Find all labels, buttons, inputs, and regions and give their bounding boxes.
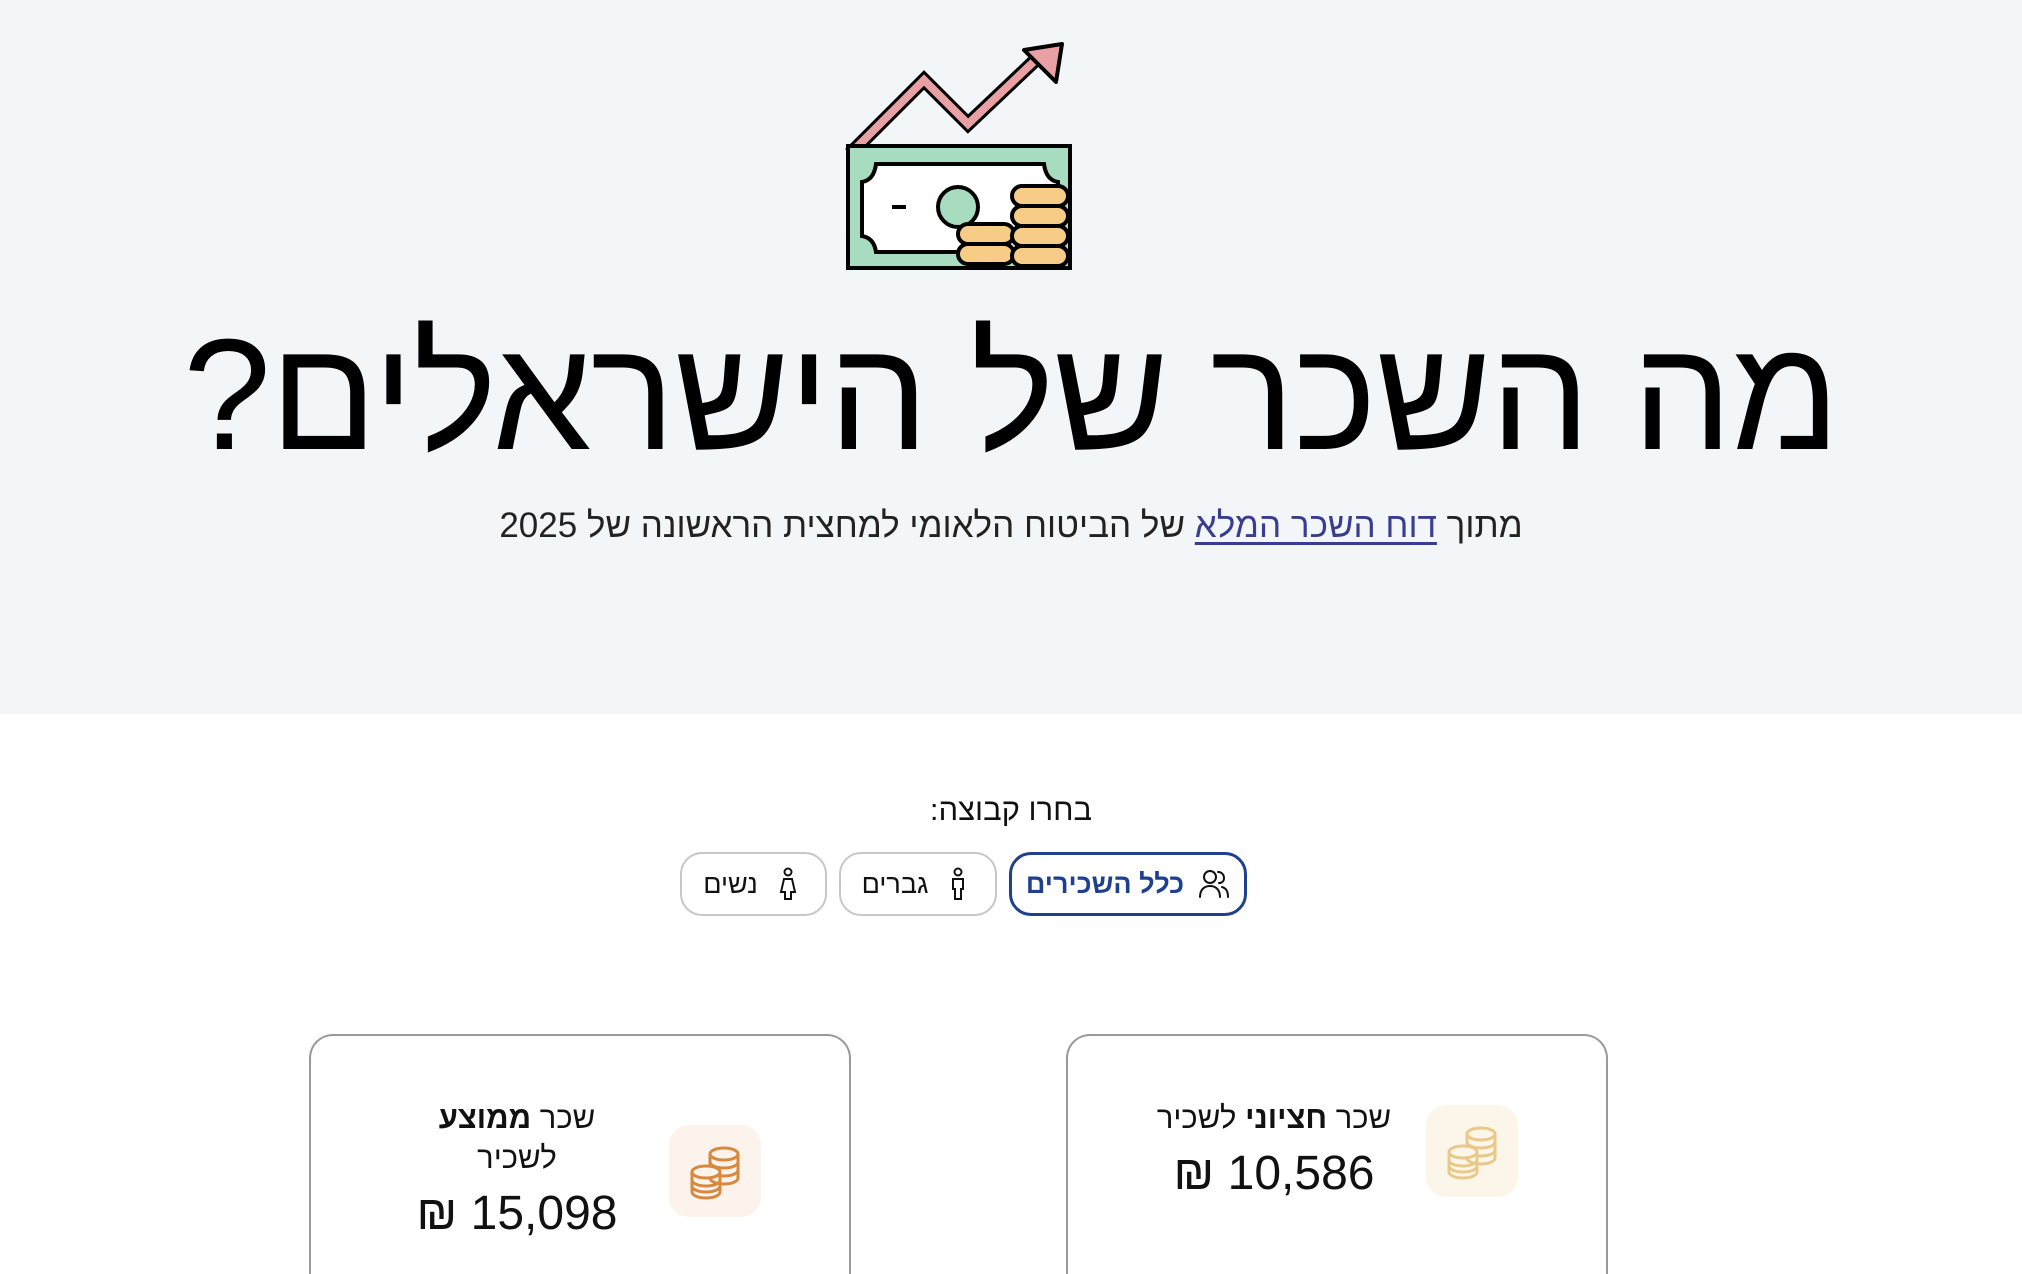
woman-icon bbox=[779, 867, 796, 900]
group-option-label: כלל השכירים bbox=[1025, 868, 1185, 899]
group-option-label: נשים bbox=[703, 868, 758, 899]
group-option-all[interactable]: כלל השכירים bbox=[1009, 852, 1247, 916]
man-icon bbox=[952, 867, 965, 900]
coins-icon-badge bbox=[1426, 1105, 1518, 1197]
hero-section: מה השכר של הישראלים? מתוך דוח השכר המלא … bbox=[0, 0, 2022, 714]
full-report-link[interactable]: דוח השכר המלא bbox=[1195, 506, 1437, 545]
page-title: מה השכר של הישראלים? bbox=[183, 307, 1840, 483]
average-salary-card: שכר ממוצע לשכיר 15,098 ₪ bbox=[309, 1034, 851, 1274]
average-salary-label: שכר ממוצע לשכיר bbox=[438, 1100, 596, 1175]
people-icon bbox=[1199, 870, 1230, 898]
hero-subtitle: מתוך דוח השכר המלא של הביטוח הלאומי למחצ… bbox=[0, 504, 2022, 548]
median-salary-value: 10,586 ₪ bbox=[1173, 1147, 1375, 1200]
money-growth-icon bbox=[845, 42, 1072, 270]
average-salary-value: 15,098 ₪ bbox=[416, 1187, 618, 1240]
group-option-label: גברים bbox=[861, 868, 929, 899]
median-salary-label: שכר חציוני לשכיר bbox=[1156, 1100, 1392, 1135]
group-option-men[interactable]: גברים bbox=[839, 852, 997, 916]
median-salary-card: שכר חציוני לשכיר 10,586 ₪ bbox=[1066, 1034, 1608, 1274]
subtitle-prefix: מתוך bbox=[1446, 506, 1523, 545]
coins-icon-badge bbox=[669, 1125, 761, 1217]
coins-icon bbox=[690, 1146, 740, 1200]
group-picker-label: בחרו קבוצה: bbox=[929, 792, 1093, 827]
coins-icon bbox=[1447, 1126, 1497, 1180]
subtitle-suffix: של הביטוח הלאומי למחצית הראשונה של 2025 bbox=[499, 506, 1186, 545]
group-option-women[interactable]: נשים bbox=[680, 852, 827, 916]
